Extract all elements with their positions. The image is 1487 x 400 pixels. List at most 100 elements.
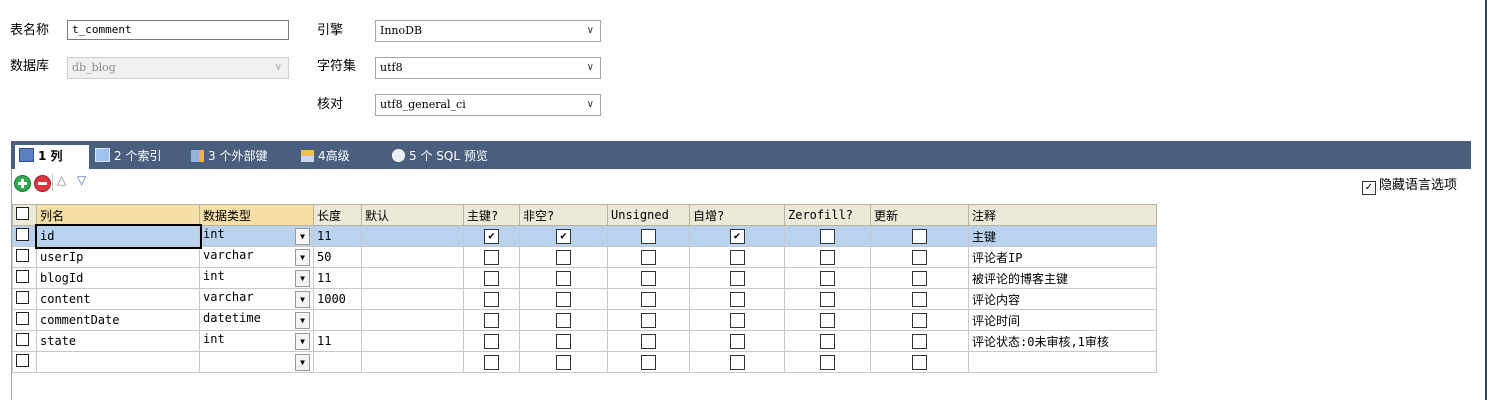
pk-cell[interactable] — [463, 267, 520, 289]
notnull-cell[interactable] — [519, 267, 608, 289]
header-cell[interactable]: 长度 — [313, 204, 362, 226]
move-up-icon[interactable]: △ — [57, 173, 66, 187]
data-type-cell[interactable]: ▼ int — [199, 330, 314, 352]
hide-language-options[interactable]: ✓ 隐藏语言选项 — [1361, 174, 1457, 195]
zerofill-cell[interactable] — [784, 288, 871, 310]
default-cell[interactable] — [361, 288, 464, 310]
unsigned-cell[interactable] — [607, 267, 690, 289]
checkbox-checked-icon[interactable]: ✔ — [484, 228, 499, 244]
checkbox-icon[interactable] — [641, 354, 656, 370]
notnull-cell[interactable] — [519, 288, 608, 310]
table-row[interactable]: id ▼ int 11 ✔ ✔ ✔ 主键 — [12, 223, 1157, 249]
checkbox-icon[interactable] — [484, 354, 499, 370]
update-cell[interactable] — [870, 351, 969, 373]
checkbox-icon[interactable] — [820, 291, 835, 307]
row-checkbox[interactable] — [16, 228, 29, 241]
autoinc-cell[interactable] — [689, 309, 785, 331]
column-name-cell[interactable] — [36, 351, 200, 373]
notnull-cell[interactable] — [519, 351, 608, 373]
length-cell[interactable] — [313, 309, 362, 331]
checkbox-icon[interactable] — [729, 270, 745, 286]
pk-cell[interactable] — [463, 246, 520, 268]
length-cell[interactable] — [313, 351, 362, 373]
row-select-cell[interactable] — [12, 246, 37, 268]
header-cell[interactable]: Zerofill? — [784, 204, 871, 226]
checkbox-icon[interactable] — [641, 312, 656, 328]
header-cell[interactable]: 列名 — [36, 204, 200, 226]
checkbox-icon[interactable] — [820, 354, 835, 370]
dropdown-arrow-icon[interactable]: ▼ — [295, 312, 310, 329]
checkbox-icon[interactable] — [556, 333, 571, 349]
collation-select[interactable]: utf8_general_ci ∨ — [375, 94, 601, 116]
zerofill-cell[interactable] — [784, 351, 871, 373]
header-cell[interactable]: 非空? — [519, 204, 608, 226]
checkbox-icon[interactable] — [912, 270, 927, 286]
default-cell[interactable] — [361, 330, 464, 352]
checkbox-icon[interactable] — [556, 312, 571, 328]
data-type-cell[interactable]: ▼ datetime — [199, 309, 314, 331]
tab-indexes[interactable]: 2 个索引 — [95, 145, 161, 169]
row-checkbox[interactable] — [16, 291, 29, 304]
autoinc-cell[interactable] — [689, 246, 785, 268]
unsigned-cell[interactable] — [607, 309, 690, 331]
zerofill-cell[interactable] — [784, 330, 871, 352]
zerofill-cell[interactable] — [784, 267, 871, 289]
table-row[interactable]: ▼ — [12, 351, 1157, 373]
zerofill-cell[interactable] — [784, 246, 871, 268]
checkbox-icon[interactable] — [484, 312, 499, 328]
length-cell[interactable]: 11 — [313, 225, 362, 247]
unsigned-cell[interactable] — [607, 351, 690, 373]
comment-cell[interactable]: 被评论的博客主键 — [968, 267, 1157, 289]
header-cell[interactable]: 更新 — [870, 204, 969, 226]
header-cell[interactable]: 注释 — [968, 204, 1157, 226]
checkbox-icon[interactable] — [729, 333, 745, 349]
data-type-cell[interactable]: ▼ — [199, 351, 314, 373]
table-row[interactable]: userIp ▼ varchar 50 评论者IP — [12, 246, 1157, 268]
unsigned-cell[interactable] — [607, 246, 690, 268]
checkbox-icon[interactable] — [641, 291, 656, 307]
column-name-cell[interactable]: content — [36, 288, 200, 310]
charset-select[interactable]: utf8 ∨ — [375, 57, 601, 79]
column-name-cell[interactable]: commentDate — [36, 309, 200, 331]
row-select-cell[interactable] — [12, 351, 37, 373]
update-cell[interactable] — [870, 288, 969, 310]
tab-columns[interactable]: 1 列 — [15, 145, 89, 169]
dropdown-arrow-icon[interactable]: ▼ — [295, 228, 310, 245]
checkbox-icon[interactable] — [820, 312, 835, 328]
checkbox-icon[interactable] — [912, 228, 927, 244]
unsigned-cell[interactable] — [607, 288, 690, 310]
checkbox-icon[interactable] — [556, 354, 571, 370]
length-cell[interactable]: 11 — [313, 267, 362, 289]
checkbox-icon[interactable] — [729, 354, 745, 370]
checkbox-icon[interactable] — [912, 249, 927, 265]
table-row[interactable]: state ▼ int 11 评论状态:0未审核,1审核 — [12, 330, 1157, 352]
checkbox-icon[interactable] — [912, 291, 927, 307]
table-name-input[interactable]: t_comment — [67, 20, 289, 40]
checkbox-icon[interactable] — [729, 249, 745, 265]
data-type-cell[interactable]: ▼ int — [199, 225, 314, 247]
row-checkbox[interactable] — [16, 270, 29, 283]
header-cell[interactable]: 数据类型 — [199, 204, 314, 226]
select-all-header[interactable] — [12, 204, 37, 226]
notnull-cell[interactable] — [519, 330, 608, 352]
comment-cell[interactable]: 评论者IP — [968, 246, 1157, 268]
row-checkbox[interactable] — [16, 249, 29, 262]
add-column-icon[interactable] — [14, 175, 31, 192]
checkbox-icon[interactable] — [912, 312, 927, 328]
notnull-cell[interactable] — [519, 309, 608, 331]
checkbox-icon[interactable] — [484, 291, 499, 307]
comment-cell[interactable]: 评论状态:0未审核,1审核 — [968, 330, 1157, 352]
checkbox-icon[interactable] — [641, 249, 656, 265]
checkbox-checked-icon[interactable]: ✓ — [1361, 181, 1376, 195]
checkbox-checked-icon[interactable]: ✔ — [556, 228, 571, 244]
pk-cell[interactable] — [463, 351, 520, 373]
checkbox-icon[interactable] — [556, 291, 571, 307]
column-name-cell[interactable]: userIp — [36, 246, 200, 268]
update-cell[interactable] — [870, 330, 969, 352]
pk-cell[interactable]: ✔ — [463, 225, 520, 247]
autoinc-cell[interactable]: ✔ — [689, 225, 785, 247]
unsigned-cell[interactable] — [607, 225, 690, 247]
notnull-cell[interactable]: ✔ — [519, 225, 608, 247]
dropdown-arrow-icon[interactable]: ▼ — [295, 291, 310, 308]
checkbox-icon[interactable] — [820, 249, 835, 265]
